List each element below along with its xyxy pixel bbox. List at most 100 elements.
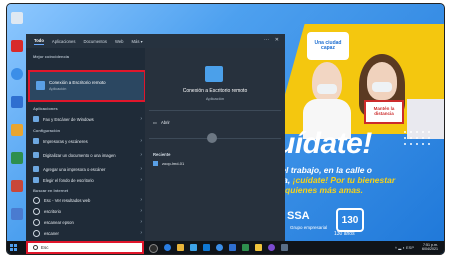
fax-scanner-icon	[33, 116, 39, 122]
detail-subtitle: Aplicación	[205, 96, 225, 101]
desktop-excel-icon[interactable]	[11, 152, 23, 164]
wallpaper-dots-pattern	[402, 129, 432, 149]
result-label: Agregar una impresora o escáner	[43, 166, 106, 172]
wallpaper-logo-ssa-sub: Grupo empresarial	[290, 225, 328, 230]
close-icon[interactable]: ✕	[275, 37, 279, 43]
desktop-acrobat-icon[interactable]	[11, 40, 23, 52]
best-match-result[interactable]: Conexión a Escritorio remoto Aplicación	[28, 70, 146, 102]
wallpaper-message-line3: por quienes más amas.	[269, 184, 364, 195]
apps-heading: Aplicaciones	[33, 106, 58, 111]
chevron-right-icon: ›	[140, 166, 142, 172]
open-label: Abrir	[160, 120, 170, 125]
desktop-chrome-icon[interactable]	[11, 68, 23, 80]
task-view-icon[interactable]	[149, 244, 158, 253]
chevron-right-icon: ›	[140, 219, 142, 225]
wallpaper-child-face	[312, 62, 342, 102]
wallpaper-message: en el trabajo, en la calle o casa, ¡cuíd…	[269, 165, 395, 195]
recent-item[interactable]: zoop-lmd-01	[153, 161, 184, 167]
desktop-powerpoint-icon[interactable]	[11, 180, 23, 192]
clock[interactable]: 7:51 p.m. 6/04/2021	[422, 243, 438, 252]
detail-pane: Conexión a Escritorio remoto Aplicación …	[145, 48, 285, 241]
picture-icon	[33, 177, 39, 183]
volume-icon[interactable]: ◖	[402, 245, 404, 250]
clock-date: 6/04/2021	[422, 247, 438, 252]
recent-heading: Reciente	[153, 152, 171, 157]
results-pane: Mejor coincidencia Conexión a Escritorio…	[26, 48, 146, 248]
sticky-notes-icon[interactable]	[255, 244, 262, 251]
desktop-screen: Una ciudad capaz Mantén la distancia uíd…	[6, 3, 445, 255]
chrome-icon[interactable]	[216, 244, 223, 251]
result-printers-scanners[interactable]: Impresoras y escáneres ›	[30, 136, 144, 146]
wallpaper-logo-130: 130	[336, 208, 364, 232]
chevron-right-icon: ›	[140, 138, 142, 144]
start-search-panel: Todo Aplicaciones Documentos Web Más ▾ ·…	[26, 34, 285, 248]
open-icon: ▭	[153, 120, 157, 125]
tab-documents[interactable]: Documentos	[83, 39, 107, 44]
store-icon[interactable]	[190, 244, 197, 251]
remote-desktop-icon	[36, 81, 45, 90]
result-add-printer[interactable]: Agregar una impresora o escáner ›	[30, 164, 144, 174]
network-icon[interactable]: ▂	[398, 245, 401, 250]
windows-start-icon[interactable]	[10, 244, 17, 251]
expand-toggle[interactable]	[207, 133, 217, 143]
detail-title: Conexión a Escritorio remoto	[182, 88, 248, 94]
search-query: Esc	[41, 245, 49, 250]
result-label: Digitalizar un documento o una imagen	[43, 152, 116, 158]
chevron-right-icon: ›	[140, 177, 142, 183]
mail-icon[interactable]	[203, 244, 210, 251]
ellipsis-icon[interactable]: ···	[264, 37, 269, 43]
result-web-esc[interactable]: Esc - Ver resultados web ›	[30, 195, 144, 205]
wallpaper-woman-mask	[372, 82, 392, 92]
desktop-app-icon[interactable]	[11, 208, 23, 220]
remote-file-icon	[153, 161, 158, 167]
search-icon	[33, 207, 40, 215]
result-label: Elegir el fondo de escritorio	[43, 177, 94, 183]
result-scan-document[interactable]: Digitalizar un documento o una imagen ›	[30, 148, 144, 162]
result-label: Fax y Escáner de Windows	[43, 116, 94, 122]
tab-apps[interactable]: Aplicaciones	[52, 39, 76, 44]
settings-gear-icon[interactable]	[281, 244, 288, 251]
taskbar-pinned-apps	[149, 244, 288, 253]
edge-icon[interactable]	[164, 244, 171, 251]
wallpaper-woman-face	[367, 62, 397, 100]
printer-icon	[33, 138, 39, 144]
file-explorer-icon[interactable]	[177, 244, 184, 251]
teams-icon[interactable]	[268, 244, 275, 251]
result-web-escanear-epson[interactable]: escanear epson ›	[30, 217, 144, 227]
best-match-title: Conexión a Escritorio remoto	[49, 80, 106, 85]
search-icon	[33, 245, 38, 250]
remote-desktop-icon	[205, 66, 223, 82]
printer-add-icon	[33, 166, 39, 172]
taskbar: Esc ˄ ▂ ◖ ESP 7:51 p.m. 6/04/2021	[7, 241, 444, 254]
open-action[interactable]: ▭ Abrir	[153, 120, 170, 125]
chevron-up-icon[interactable]: ˄	[395, 245, 397, 250]
desktop-folder-icon[interactable]	[11, 124, 23, 136]
search-icon	[33, 218, 40, 226]
taskbar-search-input[interactable]: Esc	[26, 241, 144, 254]
result-desktop-background[interactable]: Elegir el fondo de escritorio ›	[30, 175, 144, 185]
settings-heading: Configuración	[33, 128, 61, 133]
best-match-subtitle: Aplicación	[49, 87, 67, 91]
result-fax-scan[interactable]: Fax y Escáner de Windows ›	[30, 114, 144, 124]
wallpaper-child-mask	[317, 84, 337, 94]
tab-more[interactable]: Más ▾	[132, 39, 143, 44]
tab-all[interactable]: Todo	[34, 38, 44, 45]
result-label: escanear epson	[44, 219, 74, 225]
search-icon	[33, 196, 40, 204]
tab-web[interactable]: Web	[115, 39, 124, 44]
result-web-escritorio[interactable]: escritorio ›	[30, 206, 144, 216]
word-icon[interactable]	[229, 244, 236, 251]
result-label: Esc - Ver resultados web	[44, 197, 91, 203]
system-tray[interactable]: ˄ ▂ ◖ ESP	[395, 245, 414, 250]
result-label: escritorio	[44, 208, 61, 214]
chevron-right-icon: ›	[140, 230, 142, 236]
result-web-escaner[interactable]: escaner ›	[30, 228, 144, 238]
excel-icon[interactable]	[242, 244, 249, 251]
chevron-right-icon: ›	[140, 197, 142, 203]
language-indicator[interactable]: ESP	[406, 245, 414, 250]
wallpaper-speech-bubble: Una ciudad capaz	[307, 32, 349, 60]
desktop-recycle-bin-icon[interactable]	[11, 12, 23, 24]
desktop-word-icon[interactable]	[11, 96, 23, 108]
chevron-right-icon: ›	[140, 152, 142, 158]
chevron-right-icon: ›	[140, 208, 142, 214]
